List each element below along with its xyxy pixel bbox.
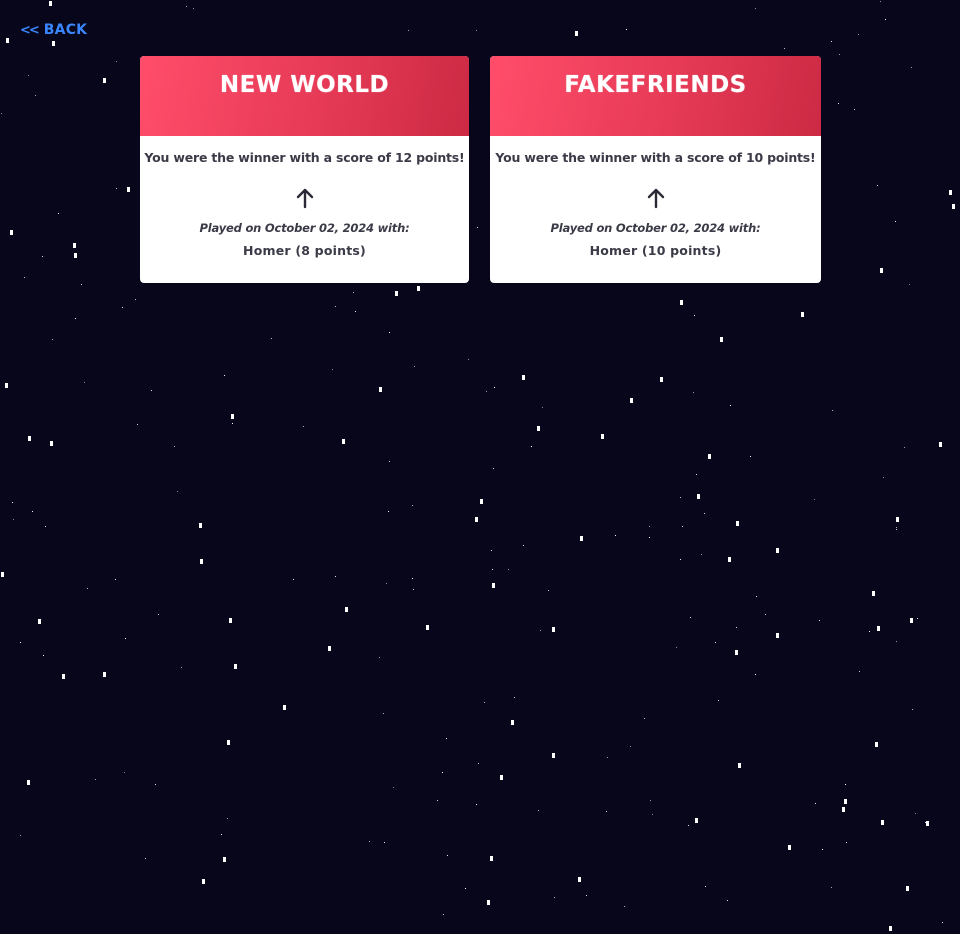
game-card[interactable]: NEW WORLD You were the winner with a sco… <box>140 56 469 283</box>
game-result: You were the winner with a score of 10 p… <box>495 150 816 165</box>
card-body: You were the winner with a score of 12 p… <box>140 136 469 258</box>
game-card[interactable]: FAKEFRIENDS You were the winner with a s… <box>490 56 821 283</box>
card-header: NEW WORLD <box>140 56 469 136</box>
card-header: FAKEFRIENDS <box>490 56 821 136</box>
game-title: NEW WORLD <box>219 72 390 98</box>
game-history-list: NEW WORLD You were the winner with a sco… <box>140 56 821 283</box>
opponent-score: Homer (10 points) <box>589 243 722 258</box>
back-label: BACK <box>43 22 88 38</box>
card-body: You were the winner with a score of 10 p… <box>490 136 821 258</box>
game-result: You were the winner with a score of 12 p… <box>144 150 465 165</box>
arrow-up-icon <box>140 187 469 209</box>
arrow-up-icon <box>490 187 821 209</box>
played-on-date: Played on October 02, 2024 with: <box>199 221 410 235</box>
opponent-score: Homer (8 points) <box>243 243 366 258</box>
double-chevron-left-icon: << <box>20 22 40 38</box>
game-title: FAKEFRIENDS <box>564 72 747 98</box>
played-on-date: Played on October 02, 2024 with: <box>550 221 761 235</box>
back-button[interactable]: << BACK <box>20 22 87 38</box>
